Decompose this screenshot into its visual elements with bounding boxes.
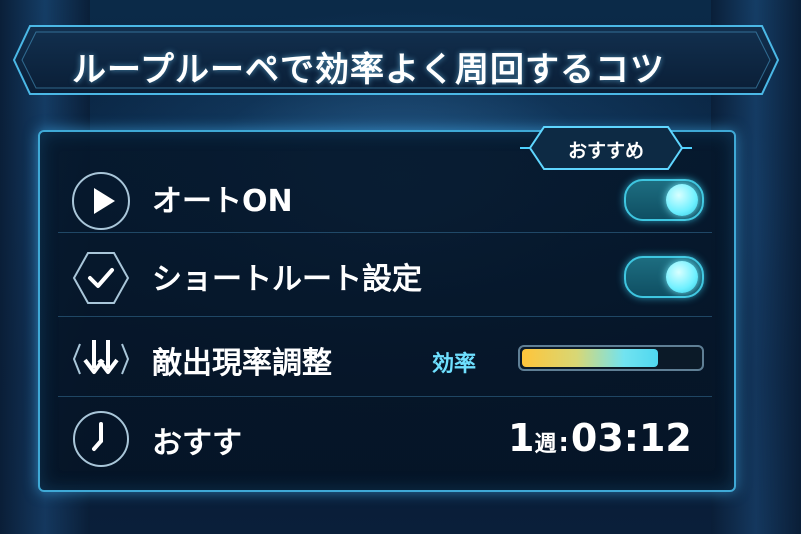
play-icon bbox=[70, 170, 132, 232]
row-label: おすす bbox=[152, 426, 242, 461]
check-hexagon-icon bbox=[70, 247, 132, 309]
page-title: ループルーペで効率よく周回するコツ bbox=[72, 50, 665, 90]
short-route-toggle[interactable] bbox=[624, 256, 704, 298]
row-short-route: ショートルート設定 bbox=[40, 237, 730, 317]
clock-icon bbox=[70, 408, 132, 470]
down-arrows-icon bbox=[70, 328, 132, 390]
timer-separator: : bbox=[558, 428, 569, 458]
timer-readout: 1週:03:12 bbox=[508, 416, 692, 460]
row-recommend-timer: おすす 1週:03:12 bbox=[40, 398, 730, 478]
divider bbox=[58, 316, 712, 317]
timer-time: 03:12 bbox=[570, 416, 692, 460]
divider bbox=[58, 396, 712, 397]
row-label: オートON bbox=[152, 184, 293, 219]
title-banner: ループルーペで効率よく周回するコツ bbox=[10, 22, 782, 98]
toggle-knob bbox=[666, 261, 698, 293]
row-label: 敵出現率調整 bbox=[152, 346, 332, 381]
toggle-knob bbox=[666, 184, 698, 216]
timer-unit: 週 bbox=[534, 432, 557, 457]
row-auto-on: オートON bbox=[40, 152, 730, 232]
auto-on-toggle[interactable] bbox=[624, 179, 704, 221]
row-enemy-rate: 敵出現率調整 効率 bbox=[40, 318, 730, 398]
efficiency-label: 効率 bbox=[432, 352, 477, 377]
divider bbox=[58, 232, 712, 233]
timer-count: 1 bbox=[508, 416, 535, 460]
row-label: ショートルート設定 bbox=[152, 262, 422, 297]
efficiency-bar bbox=[518, 345, 704, 371]
efficiency-bar-fill bbox=[522, 349, 658, 367]
